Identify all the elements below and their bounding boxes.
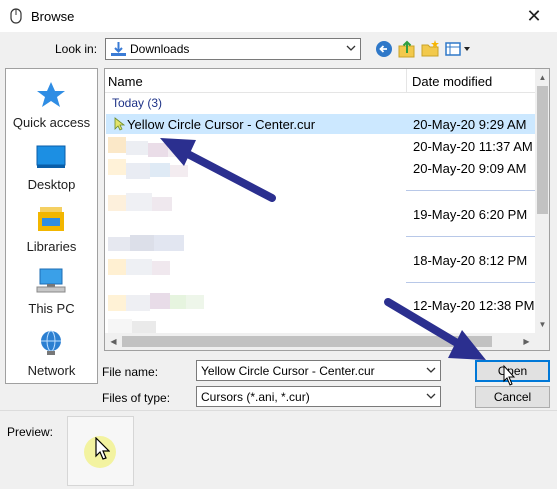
computer-icon [36,268,66,293]
column-header-row: Name Date modified [105,69,535,93]
place-label: Quick access [12,115,91,130]
new-folder-icon[interactable] [420,39,440,59]
column-header-date[interactable]: Date modified [412,74,492,89]
place-label: Desktop [27,177,76,192]
downloads-folder-icon [111,42,126,56]
date-cell: 12-May-20 12:38 PM [413,298,535,313]
column-divider[interactable] [406,69,407,93]
cursor-preview [67,416,134,486]
preview-label: Preview: [7,425,54,439]
close-icon[interactable]: ✕ [522,6,546,26]
file-type-label: Files of type: [102,391,171,405]
up-folder-icon[interactable] [397,39,417,59]
chevron-down-icon[interactable] [426,392,436,400]
look-in-label: Look in: [55,42,98,56]
date-cell: 20-May-20 9:09 AM [413,161,527,176]
cursor-file-icon [114,117,125,131]
preview-area: Preview: [0,410,557,489]
file-type-value: Cursors (*.ani, *.cur) [201,390,310,404]
star-icon [37,82,65,107]
scroll-right-icon[interactable]: ▶ [519,333,534,350]
date-cell: 20-May-20 11:37 AM [413,139,533,154]
file-name-label: File name: [102,365,159,379]
chevron-down-icon [346,45,356,51]
horizontal-scroll-thumb[interactable] [122,336,492,347]
places-bar: Quick access Desktop Libraries This PC N… [5,68,98,384]
place-desktop[interactable]: Desktop [6,137,97,197]
back-arrow-icon[interactable] [374,39,394,59]
column-header-name[interactable]: Name [108,74,143,89]
file-name-value: Yellow Circle Cursor - Center.cur [201,364,375,378]
window-title: Browse [31,9,75,24]
open-button[interactable]: Open [475,360,550,382]
arrow-cursor-icon [95,437,110,460]
date-cell: 18-May-20 8:12 PM [413,253,528,268]
cancel-button[interactable]: Cancel [475,386,550,408]
scroll-down-icon[interactable]: ▼ [535,317,549,332]
blurred-file-names [108,137,204,333]
look-in-combo[interactable]: Downloads [105,38,361,60]
chevron-down-icon[interactable] [426,366,436,374]
mouse-icon [10,8,22,24]
file-type-select[interactable]: Cursors (*.ani, *.cur) [196,386,441,407]
scrollbar-corner [535,333,549,350]
horizontal-scrollbar[interactable]: ◀ ▶ [105,333,535,350]
scroll-left-icon[interactable]: ◀ [106,333,121,350]
place-label: Network [27,363,76,378]
group-divider [406,190,535,191]
network-icon [41,330,61,355]
look-in-value: Downloads [130,42,190,56]
place-libraries[interactable]: Libraries [6,199,97,259]
file-name: Yellow Circle Cursor - Center.cur [127,117,316,132]
vertical-scrollbar[interactable]: ▲ ▼ [535,69,549,333]
libraries-icon [38,207,64,231]
place-label: Libraries [26,239,77,254]
group-divider [406,282,535,283]
title-bar: Browse ✕ [0,0,557,32]
group-header[interactable]: Today (3) [112,96,162,110]
desktop-icon [36,145,66,168]
place-this-pc[interactable]: This PC [6,261,97,321]
date-cell: 20-May-20 9:29 AM [413,117,527,132]
file-name-field[interactable]: Yellow Circle Cursor - Center.cur [196,360,441,381]
scroll-up-icon[interactable]: ▲ [535,70,549,85]
place-network[interactable]: Network [6,323,97,383]
view-menu-icon[interactable] [444,39,472,59]
vertical-scroll-thumb[interactable] [537,86,548,214]
place-label: This PC [28,301,75,316]
date-cell: 19-May-20 6:20 PM [413,207,528,222]
file-list[interactable]: Name Date modified Today (3) Yellow Circ… [104,68,550,351]
group-divider [406,236,535,237]
place-quick-access[interactable]: Quick access [6,75,97,135]
